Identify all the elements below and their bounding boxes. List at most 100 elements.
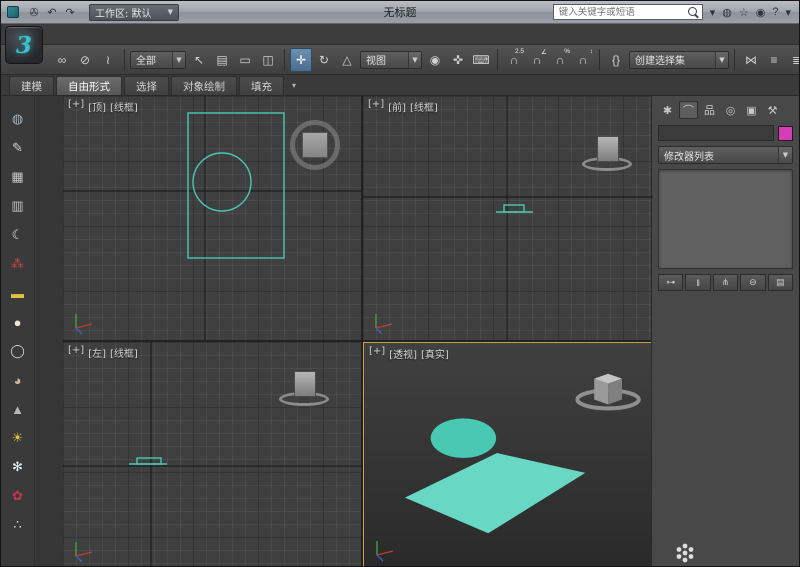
plane-tool-icon[interactable]: ▬ (7, 282, 29, 304)
ribbon-tab[interactable]: 自由形式 (56, 76, 122, 95)
application-menu-button[interactable]: 3 (5, 26, 43, 64)
viewport-scene-perspective[interactable] (364, 343, 652, 567)
viewport-shading-label[interactable]: [线框] (410, 99, 438, 114)
viewport-view-label[interactable]: [前] (388, 99, 406, 114)
select-and-rotate-icon[interactable]: ↻ (313, 48, 335, 72)
tab-motion-icon[interactable]: ◎ (721, 101, 740, 119)
viewport-menu-button[interactable]: [+] (368, 99, 384, 114)
viewport-view-label[interactable]: [左] (88, 345, 106, 360)
dots-cluster-tool-icon[interactable]: ∴ (7, 514, 29, 536)
named-selection-sets-dropdown[interactable]: 创建选择集 ▼ (629, 51, 729, 69)
viewcube[interactable] (277, 368, 333, 412)
search-box[interactable] (553, 4, 703, 20)
rectangular-selection-icon[interactable]: ▭ (234, 48, 256, 72)
axis-tripod-icon (69, 539, 95, 563)
mirror-icon[interactable]: ⋈ (740, 48, 762, 72)
cone-tool-icon[interactable]: ▲ (7, 398, 29, 420)
ribbon-tab[interactable]: 填充 (239, 76, 284, 95)
object-color-swatch[interactable] (778, 126, 793, 141)
sun-tool-icon[interactable]: ☀ (7, 427, 29, 449)
select-object-icon[interactable]: ↖ (188, 48, 210, 72)
modifier-stack-list[interactable] (658, 169, 793, 269)
configure-modifier-sets-icon[interactable]: ▤ (768, 274, 793, 291)
reference-coordinate-dropdown[interactable]: 视图 ▼ (360, 51, 422, 69)
angle-snap-icon[interactable]: ∩∠ (526, 48, 548, 72)
viewport-left[interactable]: [+] [左] [线框] (63, 342, 361, 567)
communication-center-icon[interactable]: ◍ (722, 6, 732, 19)
ring-tool-icon[interactable]: ◯ (7, 340, 29, 362)
percent-snap-icon[interactable]: ∩% (549, 48, 571, 72)
grid-panel-tool-icon[interactable]: ▦ (7, 166, 29, 188)
snap-toggle-icon[interactable]: ∩2.5 (503, 48, 525, 72)
tab-display-icon[interactable]: ▣ (742, 101, 761, 119)
ribbon-tab[interactable]: 对象绘制 (171, 76, 237, 95)
redo-icon[interactable]: ↷ (61, 4, 79, 20)
show-end-result-icon[interactable]: ‖ (685, 274, 710, 291)
select-and-scale-icon[interactable]: △ (336, 48, 358, 72)
unlink-selection-icon[interactable]: ⊘ (74, 48, 96, 72)
modifier-stack-buttons: ⊶‖⋔⊖▤ (658, 274, 793, 291)
pencil-tool-icon[interactable]: ✎ (7, 137, 29, 159)
cylinder-tool-icon[interactable]: ▥ (7, 195, 29, 217)
tab-modify-icon[interactable]: ⌒ (679, 101, 698, 119)
viewport-menu-button[interactable]: [+] (68, 345, 84, 360)
select-and-link-icon[interactable]: ∞ (51, 48, 73, 72)
keyboard-override-icon[interactable]: ⌨ (470, 48, 492, 72)
layer-manager-icon[interactable]: ≣ (786, 48, 799, 72)
object-name-field[interactable] (658, 125, 774, 141)
select-and-move-icon[interactable]: ✛ (290, 48, 312, 72)
viewcube-face (597, 136, 619, 162)
sign-in-icon[interactable]: ◉ (756, 6, 766, 19)
shell-tool-icon[interactable]: ◕ (7, 369, 29, 391)
tab-create-icon[interactable]: ✱ (658, 101, 677, 119)
ribbon-tab[interactable]: 建模 (9, 76, 54, 95)
egg-tool-icon[interactable]: ● (7, 311, 29, 333)
tab-utilities-icon[interactable]: ⚒ (763, 101, 782, 119)
viewport-shading-label[interactable]: [线框] (110, 345, 138, 360)
viewcube[interactable] (288, 118, 342, 172)
workspace-dropdown[interactable]: 工作区: 默认 ▼ (89, 4, 179, 21)
select-by-name-icon[interactable]: ▤ (211, 48, 233, 72)
favorites-icon[interactable]: ☆ (739, 6, 749, 19)
modifier-list-dropdown[interactable]: 修改器列表 ▼ (658, 146, 793, 164)
flower-tool-icon[interactable]: ✿ (7, 485, 29, 507)
snowflake-tool-icon[interactable]: ✻ (7, 456, 29, 478)
sphere-brush-tool-icon[interactable]: ◍ (7, 108, 29, 130)
axis-tripod-icon (369, 311, 395, 335)
viewport-shading-label[interactable]: [真实] (421, 346, 449, 361)
window-crossing-icon[interactable]: ◫ (257, 48, 279, 72)
align-icon[interactable]: ≡ (763, 48, 785, 72)
viewport-perspective[interactable]: [+] [透视] [真实] (363, 342, 653, 567)
select-and-manipulate-icon[interactable]: ✜ (447, 48, 469, 72)
remove-modifier-icon[interactable]: ⊖ (740, 274, 765, 291)
save-icon[interactable]: ✇ (25, 4, 43, 20)
make-unique-icon[interactable]: ⋔ (713, 274, 738, 291)
viewport-front[interactable]: [+] [前] [线框] (363, 96, 653, 340)
help-menu-icon[interactable]: ▾ (785, 6, 791, 19)
main-area: ◍ ✎ ▦ ▥ ☾ ⁂ ▬ ● ◯ ◕ ▲ ☀ ✻ ✿ ∴ [+] [顶] [线框] (1, 96, 799, 566)
undo-icon[interactable]: ↶ (43, 4, 61, 20)
ribbon-collapse-icon[interactable]: ▾ (292, 81, 296, 90)
ribbon-tab[interactable]: 选择 (124, 76, 169, 95)
search-input[interactable] (557, 6, 685, 19)
search-icon[interactable] (688, 7, 699, 18)
command-panel-tabs: ✱⌒品◎▣⚒ (658, 101, 793, 119)
viewport-view-label[interactable]: [顶] (88, 99, 106, 114)
help-icon[interactable]: ? (772, 6, 778, 18)
spinner-snap-icon[interactable]: ∩↕ (572, 48, 594, 72)
particles-tool-icon[interactable]: ⁂ (7, 253, 29, 275)
viewcube[interactable] (580, 133, 636, 177)
search-history-icon[interactable]: ▾ (710, 6, 716, 19)
viewport-top[interactable]: [+] [顶] [线框] (63, 96, 361, 340)
edit-named-sets-icon[interactable]: {} (605, 48, 627, 72)
viewport-view-label[interactable]: [透视] (389, 346, 417, 361)
bind-to-space-warp-icon[interactable]: ≀ (97, 48, 119, 72)
viewport-menu-button[interactable]: [+] (369, 346, 385, 361)
pin-stack-icon[interactable]: ⊶ (658, 274, 683, 291)
use-pivot-center-icon[interactable]: ◉ (424, 48, 446, 72)
tab-hierarchy-icon[interactable]: 品 (700, 101, 719, 119)
viewport-shading-label[interactable]: [线框] (110, 99, 138, 114)
viewport-menu-button[interactable]: [+] (68, 99, 84, 114)
moon-tool-icon[interactable]: ☾ (7, 224, 29, 246)
selection-filter-dropdown[interactable]: 全部 ▼ (130, 51, 186, 69)
